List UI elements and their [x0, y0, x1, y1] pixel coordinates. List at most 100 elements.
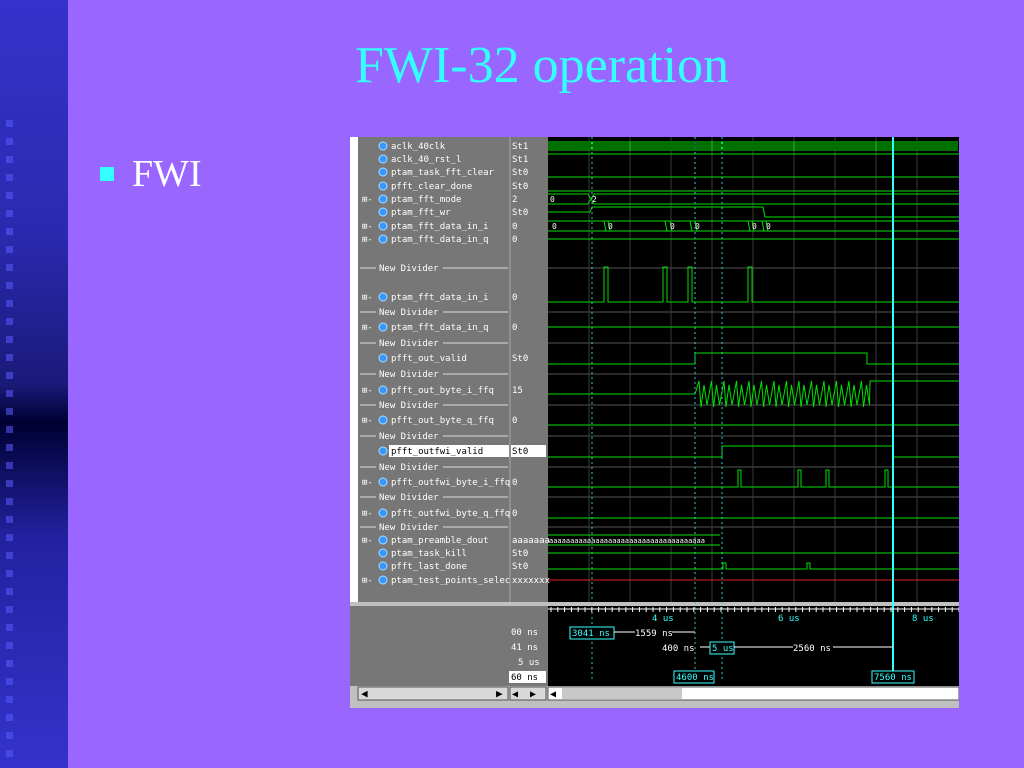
signal-name[interactable]: ptam_fft_data_in_i: [391, 293, 489, 303]
scroll-left-icon[interactable]: ◀: [361, 687, 368, 700]
signal-icon: [378, 221, 388, 231]
cursor-1-time-label: 3041 ns: [572, 629, 610, 639]
signal-value: 15: [512, 386, 523, 396]
signal-value: 0: [512, 293, 517, 303]
signal-name[interactable]: ptam_fft_wr: [391, 208, 451, 218]
signal-name[interactable]: ptam_fft_mode: [391, 195, 461, 205]
sidebar-decor-square: [6, 174, 13, 181]
sidebar-decor-square: [6, 462, 13, 469]
signal-icon: [378, 154, 388, 164]
signal-icon: [378, 181, 388, 191]
ruler-label: 4 us: [652, 614, 674, 624]
cursor-time-label: 41 ns: [511, 643, 538, 653]
signal-value: St0: [512, 562, 528, 572]
data-in-value: 0: [766, 222, 771, 231]
expand-icon[interactable]: ⊞-: [362, 235, 373, 245]
preamble-value: aaaaaaaaaaaaaaaaaaaaaaaaaaaaaaaaaaaaa: [549, 537, 705, 545]
sidebar-decor-square: [6, 534, 13, 541]
delta-2-label: 400 ns: [662, 644, 695, 654]
signal-icon: [378, 561, 388, 571]
signal-value: 0: [512, 416, 517, 426]
sidebar-decor-square: [6, 624, 13, 631]
signal-name[interactable]: pfft_outfwi_byte_i_ffq: [391, 478, 510, 488]
expand-icon[interactable]: ⊞-: [362, 536, 373, 546]
sidebar-decor-square: [6, 336, 13, 343]
signal-name[interactable]: pfft_out_byte_q_ffq: [391, 416, 494, 426]
expand-icon[interactable]: ⊞-: [362, 222, 373, 232]
sidebar-decor-square: [6, 264, 13, 271]
signal-value: aaaaaaa: [512, 536, 550, 546]
sidebar-decor-square: [6, 660, 13, 667]
signal-name[interactable]: pfft_last_done: [391, 562, 467, 572]
sidebar-decor-square: [6, 210, 13, 217]
signal-name[interactable]: pfft_clear_done: [391, 182, 472, 192]
expand-icon[interactable]: ⊞-: [362, 323, 373, 333]
signal-name[interactable]: ptam_fft_data_in_i: [391, 222, 489, 232]
signal-icon: [378, 322, 388, 332]
waveform-viewer[interactable]: aclk_40clk St1 aclk_40_rst_l St1 ptam_task_f…: [350, 137, 959, 708]
signal-icon: [378, 194, 388, 204]
sidebar-decor-square: [6, 372, 13, 379]
signal-name[interactable]: pfft_out_byte_i_ffq: [391, 386, 494, 396]
sidebar-decor-square: [6, 282, 13, 289]
sidebar-decor-square: [6, 426, 13, 433]
sidebar-decor-square: [6, 120, 13, 127]
sidebar-decor-square: [6, 714, 13, 721]
signal-name[interactable]: ptam_preamble_dout: [391, 536, 489, 546]
sidebar-decor-square: [6, 552, 13, 559]
signal-name[interactable]: pfft_outfwi_valid: [391, 447, 483, 457]
expand-icon[interactable]: ⊞-: [362, 478, 373, 488]
bullet-text: FWI: [132, 153, 202, 195]
sidebar-decor-square: [6, 444, 13, 451]
signal-name[interactable]: ptam_test_points_selec: [391, 576, 510, 586]
wave-scroll-thumb[interactable]: [562, 688, 682, 699]
wave-scroll-left-icon[interactable]: ◀: [550, 689, 556, 700]
expand-icon[interactable]: ⊞-: [362, 386, 373, 396]
signal-value-pane: [510, 137, 548, 602]
signal-icon: [378, 575, 388, 585]
sidebar-decor-square: [6, 228, 13, 235]
signal-value: 0: [512, 323, 517, 333]
signal-name[interactable]: pfft_out_valid: [391, 354, 467, 364]
signal-name[interactable]: pfft_outfwi_byte_q_ffq: [391, 509, 510, 519]
expand-icon[interactable]: ⊞-: [362, 416, 373, 426]
sidebar-decor-square: [6, 480, 13, 487]
slide-left-sidebar: [0, 0, 68, 768]
sidebar-decor-square: [6, 390, 13, 397]
signal-icon: [378, 477, 388, 487]
signal-value: 0: [512, 222, 517, 232]
pane-splitter[interactable]: [350, 602, 959, 606]
value-scroll-left-icon[interactable]: ◀: [512, 689, 518, 700]
signal-name[interactable]: ptam_fft_data_in_q: [391, 235, 489, 245]
signal-value: St0: [512, 182, 528, 192]
name-scrollbar[interactable]: [357, 686, 509, 701]
signal-icon: [378, 353, 388, 363]
signal-value: St0: [512, 549, 528, 559]
signal-value: 2: [512, 195, 517, 205]
value-scroll-right-icon[interactable]: ▶: [530, 689, 536, 700]
delta-1-label: 1559 ns: [635, 629, 673, 639]
signal-name[interactable]: aclk_40clk: [391, 142, 446, 152]
signal-icon: [378, 415, 388, 425]
sidebar-decor-square: [6, 318, 13, 325]
signal-icon: [378, 385, 388, 395]
signal-name[interactable]: ptam_task_fft_clear: [391, 168, 495, 178]
signal-value: 0: [512, 478, 517, 488]
divider-label: New Divider: [379, 264, 439, 274]
signal-name[interactable]: ptam_task_kill: [391, 549, 467, 559]
expand-icon[interactable]: ⊞-: [362, 293, 373, 303]
sidebar-decor-square: [6, 516, 13, 523]
signal-value: St0: [512, 168, 528, 178]
signal-value: St1: [512, 155, 528, 165]
sidebar-decor-square: [6, 678, 13, 685]
expand-icon[interactable]: ⊞-: [362, 195, 373, 205]
signal-name[interactable]: aclk_40_rst_l: [391, 155, 461, 165]
scroll-right-icon[interactable]: ▶: [496, 687, 503, 700]
sidebar-decor-square: [6, 588, 13, 595]
signal-value: 0: [512, 235, 517, 245]
divider-label: New Divider: [379, 308, 439, 318]
expand-icon[interactable]: ⊞-: [362, 509, 373, 519]
expand-icon[interactable]: ⊞-: [362, 576, 373, 586]
signal-name[interactable]: ptam_fft_data_in_q: [391, 323, 489, 333]
slide-title: FWI-32 operation: [354, 37, 729, 94]
